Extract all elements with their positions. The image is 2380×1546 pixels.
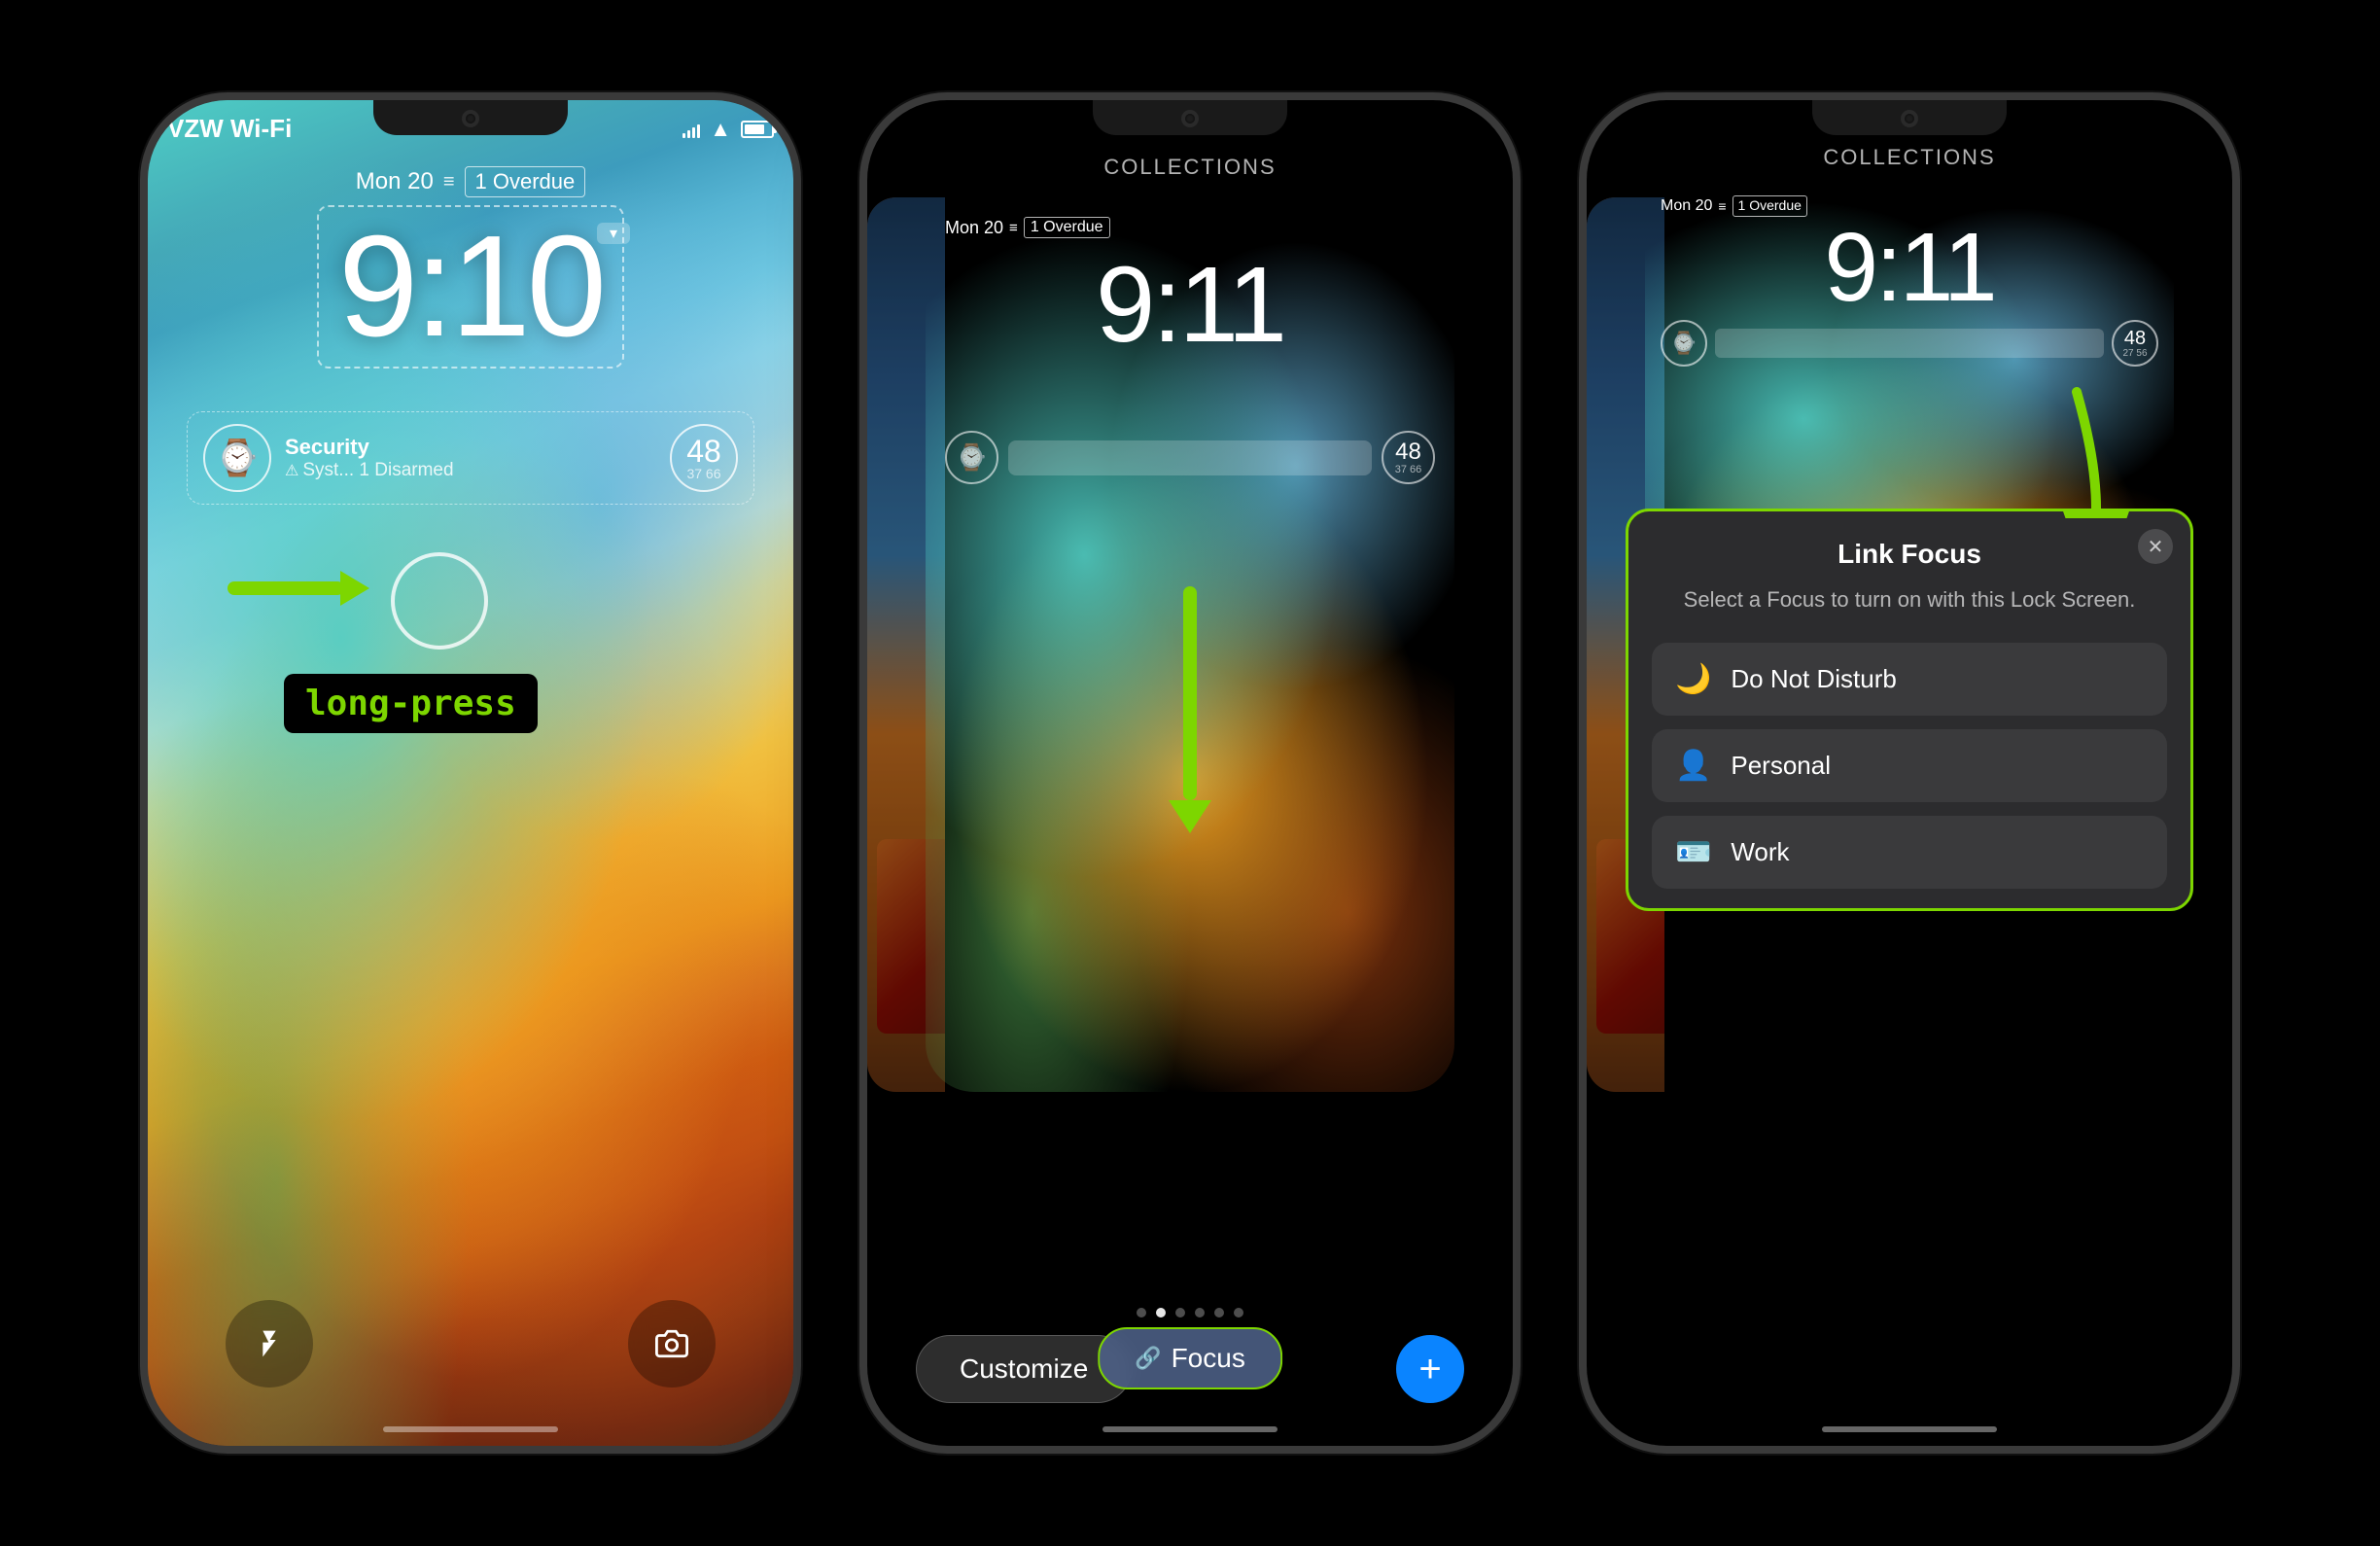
collections-screen-2: COLLECTIONS Mon 20 ≡ 1 Overdue [867,100,1513,1446]
modal-title: Link Focus [1652,539,2167,570]
green-arrow-right [228,581,344,595]
focus-link-icon: 🔗 [1135,1346,1161,1371]
camera-button[interactable] [628,1300,716,1388]
card-widget-num: 48 37 66 [1382,431,1435,484]
green-arrow-down-2 [1169,586,1211,833]
widget-watch: ⌚ [203,424,271,492]
notch-2 [1093,100,1287,135]
security-title: Security [285,435,656,460]
card-widget-mid [1008,440,1372,475]
watch-icon: ⌚ [216,438,260,478]
green-arrow-to-modal [2018,382,2135,523]
carrier-label: VZW Wi-Fi [167,114,292,144]
overdue-text: 1 Overdue [475,169,576,194]
collections-header-3: COLLECTIONS [1587,145,2232,170]
home-indicator-3 [1822,1426,1997,1432]
dnd-icon: 🌙 [1675,662,1711,696]
collections-title-3: COLLECTIONS [1823,145,1995,169]
focus-button[interactable]: 🔗 Focus [1098,1327,1282,1389]
personal-label: Personal [1731,751,1831,781]
page-dot [1214,1308,1224,1318]
lock-screen-1: VZW Wi-Fi ▲ Mon 20 ≡ 1 Overdu [148,100,793,1446]
time-dropdown-arrow[interactable]: ▾ [597,223,630,244]
widget-number-sub: 37 66 [686,467,720,480]
battery-icon [741,121,774,138]
long-press-target-circle [391,552,488,650]
lock-time: 9:10 [338,206,603,367]
phone-1: VZW Wi-Fi ▲ Mon 20 ≡ 1 Overdu [140,92,801,1454]
lock-date-area: Mon 20 ≡ 1 Overdue [148,166,793,201]
card-status-2: Mon 20 ≡ 1 Overdue [945,217,1435,238]
add-button[interactable]: + [1396,1335,1464,1403]
front-camera-3 [1901,110,1918,127]
long-press-label: long-press [284,674,538,733]
lock-date: Mon 20 [356,168,434,195]
front-camera-1 [462,110,479,127]
notch-3 [1812,100,2007,135]
flashlight-button[interactable] [226,1300,313,1388]
home-indicator-2 [1102,1426,1278,1432]
security-subtitle: ⚠ Syst... 1 Disarmed [285,460,656,481]
modal-description: Select a Focus to turn on with this Lock… [1652,585,2167,615]
status-icons: ▲ [682,117,774,142]
card-widgets-2: ⌚ 48 37 66 [945,431,1435,484]
time-dashed-box: 9:10 ▾ [317,205,624,369]
widget-number: 48 37 66 [670,424,738,492]
long-press-text: long-press [305,684,516,723]
signal-icon [682,121,700,138]
focus-button-text: Focus [1172,1343,1245,1374]
page-dot [1195,1308,1205,1318]
work-icon: 🪪 [1675,835,1711,869]
wifi-icon: ▲ [710,117,731,142]
page-dot [1175,1308,1185,1318]
home-indicator-1 [383,1426,558,1432]
card-watch-icon: ⌚ [945,431,998,484]
card-time-2: 9:11 [926,252,1454,359]
page-dots-2 [867,1308,1513,1318]
collections-title-2: COLLECTIONS [1103,155,1276,179]
focus-option-work[interactable]: 🪪 Work [1652,816,2167,889]
list-icon: ≡ [443,171,455,193]
lock-bottom-buttons [148,1300,793,1388]
overdue-badge: 1 Overdue [465,166,586,197]
phone-2: COLLECTIONS Mon 20 ≡ 1 Overdue [859,92,1521,1454]
work-label: Work [1731,837,1789,867]
modal-close-row: ✕ [2138,529,2173,564]
link-focus-modal: ✕ Link Focus Select a Focus to turn on w… [1626,509,2193,911]
focus-option-dnd[interactable]: 🌙 Do Not Disturb [1652,643,2167,716]
phone-3: COLLECTIONS Mon 20 ≡ 1 Overdue [1579,92,2240,1454]
page-dot [1137,1308,1146,1318]
notch-1 [373,100,568,135]
lock-widgets-row: ⌚ Security ⚠ Syst... 1 Disarmed 48 37 66 [187,411,754,505]
personal-icon: 👤 [1675,749,1711,783]
collections-screen-3: COLLECTIONS Mon 20 ≡ 1 Overdue [1587,100,2232,1446]
widget-number-main: 48 [686,436,721,467]
focus-option-personal[interactable]: 👤 Personal [1652,729,2167,802]
front-camera-2 [1181,110,1199,127]
widget-security: Security ⚠ Syst... 1 Disarmed [285,435,656,481]
lock-date-row: Mon 20 ≡ 1 Overdue [148,166,793,197]
dnd-label: Do Not Disturb [1731,664,1897,694]
modal-close-button[interactable]: ✕ [2138,529,2173,564]
lock-time-wrapper: 9:10 ▾ [148,205,793,369]
page-dot [1234,1308,1243,1318]
page-dot-active [1156,1308,1166,1318]
